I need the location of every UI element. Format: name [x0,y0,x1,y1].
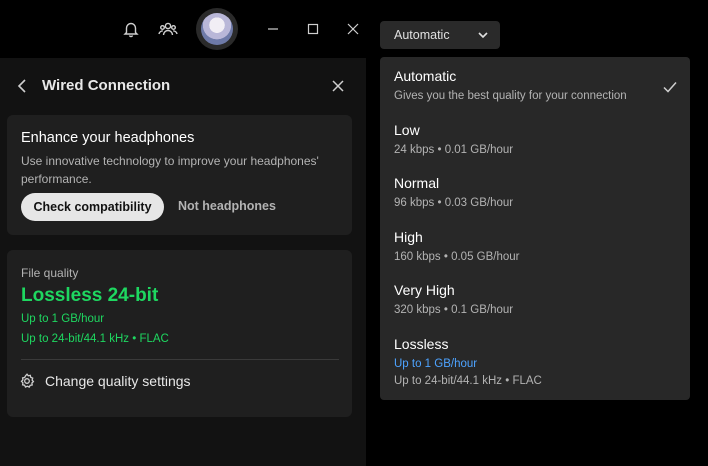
chevron-down-icon [478,30,488,40]
maximize-icon[interactable] [302,18,324,40]
back-button[interactable] [12,76,32,96]
option-high[interactable]: High 160 kbps • 0.05 GB/hour [394,229,684,263]
enhance-headphones-card: Enhance your headphones Use innovative t… [7,115,352,235]
file-quality-label: File quality [21,266,79,280]
option-subtitle: 320 kbps • 0.1 GB/hour [394,304,514,316]
checkmark-icon [663,82,677,93]
option-lossless[interactable]: Lossless Up to 1 GB/hour Up to 24-bit/44… [394,336,684,387]
option-title: Lossless [394,336,449,352]
option-subtitle: 160 kbps • 0.05 GB/hour [394,251,520,263]
not-headphones-button[interactable]: Not headphones [178,199,276,213]
minimize-icon[interactable] [262,18,284,40]
option-automatic[interactable]: Automatic Gives you the best quality for… [394,68,684,102]
gear-icon [20,373,35,388]
option-normal[interactable]: Normal 96 kbps • 0.03 GB/hour [394,175,684,209]
device-panel: Wired Connection Enhance your headphones… [0,58,362,466]
panel-title: Wired Connection [42,77,171,94]
bell-icon[interactable] [120,18,142,40]
option-title: High [394,229,423,245]
title-bar [0,0,366,58]
panel-header: Wired Connection [0,58,362,114]
option-very-high[interactable]: Very High 320 kbps • 0.1 GB/hour [394,282,684,316]
quality-settings-pane: Automatic Automatic Gives you the best q… [366,0,708,466]
quality-dropdown[interactable]: Automatic [380,21,500,49]
chevron-left-icon [17,79,26,93]
option-low[interactable]: Low 24 kbps • 0.01 GB/hour [394,122,684,156]
enhance-description: Use innovative technology to improve you… [21,154,319,186]
close-icon [332,80,344,92]
friends-icon[interactable] [157,18,179,40]
option-format: Up to 24-bit/44.1 kHz • FLAC [394,375,542,387]
option-subtitle: 96 kbps • 0.03 GB/hour [394,197,514,209]
change-quality-settings-link[interactable]: Change quality settings [19,368,191,394]
option-subtitle: Up to 1 GB/hour [394,358,478,370]
avatar-image [201,13,233,45]
app-window: Wired Connection Enhance your headphones… [0,0,366,466]
quality-dropdown-menu: Automatic Gives you the best quality for… [380,57,690,400]
change-quality-settings-label: Change quality settings [45,373,191,389]
check-compatibility-button[interactable]: Check compatibility [21,193,164,221]
option-title: Normal [394,175,440,191]
enhance-title: Enhance your headphones [21,130,195,146]
file-quality-card: File quality Lossless 24-bit Up to 1 GB/… [7,250,352,417]
avatar[interactable] [196,8,238,50]
option-title: Automatic [394,68,457,84]
close-window-icon[interactable] [342,18,364,40]
option-subtitle: Gives you the best quality for your conn… [394,90,627,102]
quality-dropdown-value: Automatic [394,28,450,42]
file-quality-value: Lossless 24-bit [21,285,159,306]
file-quality-format: Up to 24-bit/44.1 kHz • FLAC [21,333,169,345]
option-subtitle: 24 kbps • 0.01 GB/hour [394,144,514,156]
close-panel-button[interactable] [328,76,348,96]
option-title: Low [394,122,420,138]
divider [21,359,339,360]
file-quality-rate: Up to 1 GB/hour [21,313,105,325]
option-title: Very High [394,282,455,298]
